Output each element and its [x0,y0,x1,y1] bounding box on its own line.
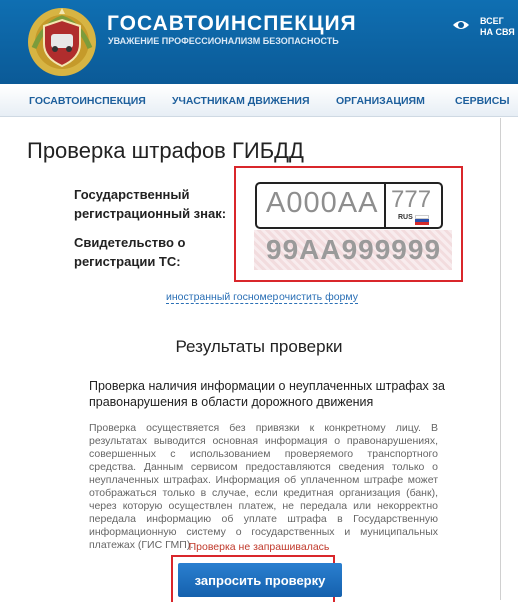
plate-number-field[interactable]: А000АА [266,187,378,220]
cert-label-line1: Свидетельство о [74,235,186,250]
header-right-line2: НА СВЯ [480,27,515,37]
plate-country-code: RUS [398,214,413,221]
nav-item-services[interactable]: СЕРВИСЫ [455,95,510,107]
cert-number-field[interactable]: 99АА999999 [266,234,441,266]
request-check-button[interactable]: запросить проверку [178,563,342,597]
plate-label-line2: регистрационный знак: [74,206,227,221]
check-title: Проверка наличия информации о неуплаченн… [89,379,445,409]
results-title: Результаты проверки [175,337,343,356]
plate-label: Государственный регистрационный знак: [74,185,226,223]
foreign-plate-link[interactable]: иностранный госномер [166,291,279,304]
plate-input[interactable]: А000АА 777 RUS [255,182,443,229]
nav-item-participants[interactable]: УЧАСТНИКАМ ДВИЖЕНИЯ [172,95,310,107]
main-nav: ГОСАВТОИНСПЕКЦИЯ УЧАСТНИКАМ ДВИЖЕНИЯ ОРГ… [0,86,518,117]
check-description: Проверка осуществяется без привязки к ко… [89,422,438,551]
nav-item-organizations[interactable]: ОРГАНИЗАЦИЯМ [336,95,425,107]
plate-divider [384,184,386,227]
header-right-text[interactable]: ВСЕГ НА СВЯ [480,16,515,38]
nav-item-gosavtoinspekciya[interactable]: ГОСАВТОИНСПЕКЦИЯ [29,95,146,107]
eye-icon[interactable] [452,19,470,31]
cert-label: Свидетельство о регистрации ТС: [74,233,185,271]
plate-label-line1: Государственный [74,187,190,202]
cert-label-line2: регистрации ТС: [74,254,181,269]
gibdd-emblem-icon[interactable] [24,4,100,80]
page-title: Проверка штрафов ГИБДД [27,138,304,163]
brand-subtitle: УВАЖЕНИЕ ПРОФЕССИОНАЛИЗМ БЕЗОПАСНОСТЬ [108,36,339,46]
content-divider [500,118,501,600]
brand-title: ГОСАВТОИНСПЕКЦИЯ [107,12,357,35]
clear-form-link[interactable]: очистить форму [279,291,358,304]
site-header: ГОСАВТОИНСПЕКЦИЯ УВАЖЕНИЕ ПРОФЕССИОНАЛИЗ… [0,0,518,84]
check-status-text: Проверка не запрашивалась [188,541,330,553]
russian-flag-icon [415,215,429,225]
plate-region-field[interactable]: 777 [391,186,431,214]
header-right-line1: ВСЕГ [480,16,504,26]
